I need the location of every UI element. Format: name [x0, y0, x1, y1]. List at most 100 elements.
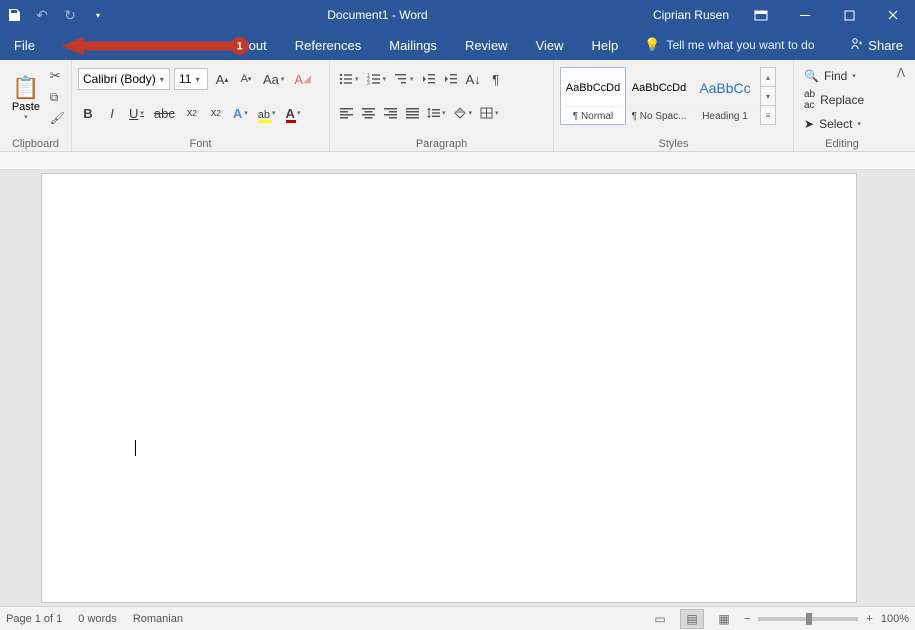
group-clipboard: 📋 Paste ▾ ✂ ⧉ 🖌 Clipboard [0, 60, 72, 151]
zoom-out-icon[interactable]: − [744, 613, 750, 625]
bold-button[interactable]: B [78, 102, 98, 124]
find-button[interactable]: 🔍 Find ▾ [800, 67, 868, 85]
align-center-icon[interactable] [358, 102, 378, 124]
tab-help[interactable]: Help [578, 30, 633, 60]
group-label-editing: Editing [800, 136, 884, 151]
svg-text:3: 3 [367, 81, 370, 85]
ribbon-options-icon[interactable] [739, 0, 783, 30]
web-layout-icon[interactable]: ▦ [712, 609, 736, 629]
borders-icon[interactable]: ▾ [477, 102, 502, 124]
increase-indent-icon[interactable] [441, 68, 461, 90]
group-label-font: Font [78, 136, 323, 151]
group-label-clipboard: Clipboard [6, 136, 65, 151]
style-normal[interactable]: AaBbCcDd ¶ Normal [560, 67, 626, 125]
zoom-in-icon[interactable]: + [866, 613, 872, 625]
print-layout-icon[interactable]: ▤ [680, 609, 704, 629]
scroll-down-icon[interactable]: ▾ [760, 86, 776, 105]
font-name-value: Calibri (Body) [83, 72, 156, 86]
subscript-button[interactable]: x2 [182, 102, 202, 124]
title-bar: ↶ ↻ ▾ Document1 - Word Ciprian Rusen [0, 0, 915, 30]
tab-layout-suffix[interactable]: ayout [235, 30, 281, 60]
align-left-icon[interactable] [336, 102, 356, 124]
style-name: ¶ Normal [563, 106, 623, 122]
strike-button[interactable]: abc [151, 102, 178, 124]
undo-icon[interactable]: ↶ [28, 0, 56, 30]
shading-icon[interactable]: ▾ [451, 102, 476, 124]
style-preview: AaBbCc [695, 70, 755, 106]
tab-references[interactable]: References [281, 30, 375, 60]
font-name-combo[interactable]: Calibri (Body)▾ [78, 68, 170, 90]
replace-label: Replace [820, 93, 864, 107]
shrink-font-icon[interactable]: A▾ [236, 68, 256, 90]
read-mode-icon[interactable]: ▭ [648, 609, 672, 629]
styles-expand-icon[interactable]: ≡ [760, 105, 776, 125]
user-name[interactable]: Ciprian Rusen [643, 8, 739, 22]
redo-icon[interactable]: ↻ [56, 0, 84, 30]
sort-icon[interactable]: A↓ [463, 68, 484, 90]
replace-button[interactable]: abac Replace [800, 87, 868, 113]
tab-hidden-area [49, 30, 235, 60]
change-case-icon[interactable]: Aa▾ [260, 68, 287, 90]
numbering-icon[interactable]: 123▾ [364, 68, 390, 90]
style-no-spacing[interactable]: AaBbCcDd ¶ No Spac... [626, 67, 692, 125]
decrease-indent-icon[interactable] [419, 68, 439, 90]
tell-me-search[interactable]: 💡 Tell me what you want to do [632, 30, 826, 60]
tab-file[interactable]: File [0, 30, 49, 60]
group-font: Calibri (Body)▾ 11▾ A▴ A▾ Aa▾ A◢ B I U▾ … [72, 60, 330, 151]
underline-button[interactable]: U▾ [126, 102, 147, 124]
document-area [0, 170, 915, 606]
tab-view[interactable]: View [522, 30, 578, 60]
tab-review[interactable]: Review [451, 30, 522, 60]
page[interactable] [41, 173, 857, 603]
justify-icon[interactable] [402, 102, 422, 124]
save-icon[interactable] [0, 0, 28, 30]
zoom-thumb[interactable] [806, 613, 812, 625]
show-marks-icon[interactable]: ¶ [486, 68, 506, 90]
paste-button[interactable]: 📋 Paste ▾ [6, 62, 46, 136]
font-color-icon[interactable]: A▾ [283, 102, 304, 124]
zoom-value[interactable]: 100% [881, 613, 909, 625]
italic-button[interactable]: I [102, 102, 122, 124]
ruler-area [0, 152, 915, 170]
font-size-combo[interactable]: 11▾ [174, 68, 208, 90]
select-button[interactable]: ➤ Select ▾ [800, 115, 868, 133]
paste-label: Paste [12, 101, 40, 113]
style-name: ¶ No Spac... [629, 106, 689, 122]
multilevel-icon[interactable]: ▾ [391, 68, 417, 90]
share-button[interactable]: Share [838, 30, 915, 60]
replace-icon: abac [804, 89, 815, 111]
highlight-icon[interactable]: ab▾ [255, 102, 279, 124]
zoom-slider[interactable] [758, 617, 858, 621]
align-right-icon[interactable] [380, 102, 400, 124]
maximize-icon[interactable] [827, 0, 871, 30]
tab-mailings[interactable]: Mailings [375, 30, 451, 60]
status-language[interactable]: Romanian [133, 613, 183, 625]
superscript-button[interactable]: x2 [206, 102, 226, 124]
cut-icon[interactable]: ✂ [50, 68, 65, 84]
collapse-ribbon-icon[interactable]: ᐱ [890, 60, 912, 151]
line-spacing-icon[interactable]: ▾ [424, 102, 449, 124]
bullets-icon[interactable]: ▾ [336, 68, 362, 90]
styles-scroller[interactable]: ▴ ▾ ≡ [760, 67, 776, 125]
find-label: Find [824, 69, 847, 83]
style-heading1[interactable]: AaBbCc Heading 1 [692, 67, 758, 125]
format-painter-icon[interactable]: 🖌 [50, 111, 65, 125]
copy-icon[interactable]: ⧉ [50, 90, 65, 105]
group-styles: AaBbCcDd ¶ Normal AaBbCcDd ¶ No Spac... … [554, 60, 794, 151]
find-icon: 🔍 [804, 69, 819, 83]
select-icon: ➤ [804, 117, 814, 131]
tell-me-label: Tell me what you want to do [666, 38, 814, 52]
status-words[interactable]: 0 words [78, 613, 117, 625]
status-bar: Page 1 of 1 0 words Romanian ▭ ▤ ▦ − + 1… [0, 606, 915, 630]
scroll-up-icon[interactable]: ▴ [760, 67, 776, 86]
grow-font-icon[interactable]: A▴ [212, 68, 232, 90]
text-effects-icon[interactable]: A▾ [230, 102, 251, 124]
close-icon[interactable] [871, 0, 915, 30]
text-cursor [135, 440, 136, 456]
clear-format-icon[interactable]: A◢ [291, 68, 313, 90]
status-page[interactable]: Page 1 of 1 [6, 613, 62, 625]
group-label-paragraph: Paragraph [336, 136, 547, 151]
qat-dropdown-icon[interactable]: ▾ [84, 0, 112, 30]
minimize-icon[interactable] [783, 0, 827, 30]
document-title: Document1 - Word [112, 8, 643, 22]
